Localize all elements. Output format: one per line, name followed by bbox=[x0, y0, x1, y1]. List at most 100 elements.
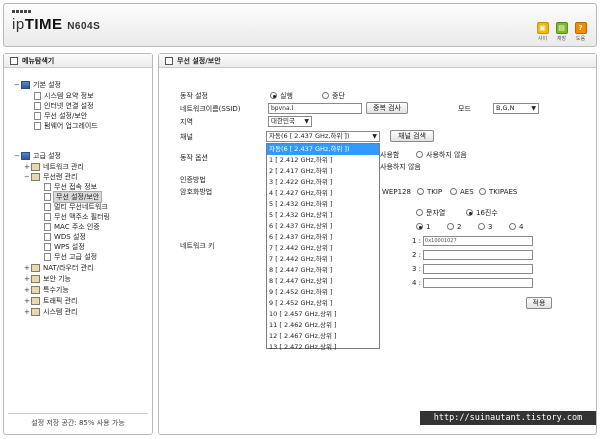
enc-tkip-radio[interactable]: TKIP bbox=[417, 186, 442, 197]
apply-button[interactable]: 적용 bbox=[526, 297, 552, 309]
tree-system[interactable]: + 시스템 관리 bbox=[24, 307, 77, 317]
enc-aes-radio[interactable]: AES bbox=[450, 186, 474, 197]
expand-icon: + bbox=[24, 163, 30, 171]
ssid-input[interactable]: bpvna.l bbox=[268, 103, 362, 114]
channel-option[interactable]: 7 [ 2.442 GHz,하위 ] bbox=[267, 254, 379, 265]
channel-option[interactable]: 자동(6 [ 2.437 GHz,하위 ]) bbox=[267, 144, 379, 155]
page-icon bbox=[44, 243, 51, 251]
page-icon bbox=[44, 233, 51, 241]
key4-input[interactable] bbox=[423, 278, 534, 288]
channel-option[interactable]: 7 [ 2.442 GHz,상위 ] bbox=[267, 243, 379, 254]
tree-security[interactable]: + 보안 기능 bbox=[24, 274, 71, 284]
page-icon bbox=[44, 183, 51, 191]
tree-item-wl-info[interactable]: 무선 접속 정보 bbox=[44, 182, 97, 192]
tree-wireless[interactable]: − 무선랜 관리 bbox=[24, 172, 77, 182]
channel-option[interactable]: 13 [ 2.472 GHz,상위 ] bbox=[267, 342, 379, 353]
tree-item-wl-advanced[interactable]: 무선 고급 설정 bbox=[44, 252, 97, 262]
op-stop-radio[interactable]: 중단 bbox=[322, 90, 345, 101]
tree-item-wl-security[interactable]: 무선 설정/보안 bbox=[44, 191, 103, 203]
folder-icon bbox=[31, 275, 40, 283]
enc-wep128-radio[interactable]: WEP128 bbox=[382, 186, 411, 197]
key1-row: 1 :0x10001027 bbox=[412, 236, 534, 246]
channel-option[interactable]: 9 [ 2.452 GHz,하위 ] bbox=[267, 287, 379, 298]
ssid-label: 네트워크이름(SSID) bbox=[180, 104, 241, 113]
tree-basic-settings[interactable]: − 기본 설정 bbox=[14, 80, 61, 90]
channel-option[interactable]: 8 [ 2.447 GHz,하위 ] bbox=[267, 265, 379, 276]
key-format-text-radio[interactable]: 문자열 bbox=[416, 207, 445, 218]
channel-option[interactable]: 6 [ 2.437 GHz,하위 ] bbox=[267, 232, 379, 243]
channel-option[interactable]: 5 [ 2.432 GHz,상위 ] bbox=[267, 210, 379, 221]
help-icon: ? bbox=[574, 22, 587, 34]
op-run-radio[interactable]: 실행 bbox=[270, 90, 293, 101]
tree-network[interactable]: + 네트워크 관리 bbox=[24, 162, 84, 172]
channel-option[interactable]: 8 [ 2.447 GHz,상위 ] bbox=[267, 276, 379, 287]
channel-label: 채널 bbox=[180, 132, 193, 141]
channel-search-button[interactable]: 채널 검색 bbox=[390, 130, 434, 142]
key3-row: 3 : bbox=[412, 264, 534, 274]
channel-option[interactable]: 2 [ 2.417 GHz,하위 ] bbox=[267, 166, 379, 177]
duplicate-check-button[interactable]: 중복 검사 bbox=[366, 102, 408, 114]
key-index-1-radio[interactable]: 1 bbox=[416, 221, 430, 232]
key-index-2-radio[interactable]: 2 bbox=[447, 221, 461, 232]
tree-item-wireless[interactable]: 무선 설정/보안 bbox=[34, 111, 87, 121]
mode-label: 모드 bbox=[458, 104, 471, 113]
tree-item-mac-auth[interactable]: MAC 주소 인증 bbox=[44, 222, 100, 232]
page-icon bbox=[44, 203, 51, 211]
tree-traffic[interactable]: + 트래픽 관리 bbox=[24, 296, 77, 306]
iptime-logo: ipTIME N604S bbox=[12, 10, 100, 33]
key-index-3-radio[interactable]: 3 bbox=[478, 221, 492, 232]
tree-item-mac-filter[interactable]: 무선 맥주소 필터링 bbox=[44, 212, 110, 222]
channel-option[interactable]: 4 [ 2.427 GHz,하위 ] bbox=[267, 188, 379, 199]
tree-item-internet[interactable]: 인터넷 연결 설정 bbox=[34, 101, 94, 111]
channel-dropdown-list[interactable]: 자동(6 [ 2.437 GHz,하위 ]) 1 [ 2.412 GHz,하위 ]… bbox=[266, 143, 380, 351]
channel-option[interactable]: 5 [ 2.432 GHz,하위 ] bbox=[267, 199, 379, 210]
channel-option[interactable]: 10 [ 2.457 GHz,상위 ] bbox=[267, 309, 379, 320]
tree-item-multi-ssid[interactable]: 멀티 무선네트워크 bbox=[44, 202, 108, 212]
tree-item-firmware[interactable]: 펌웨어 업그레이드 bbox=[34, 121, 98, 131]
opt-use-text: 사용함 bbox=[380, 150, 400, 159]
op-options-label: 동작 옵션 bbox=[180, 153, 208, 162]
channel-option[interactable]: 6 [ 2.437 GHz,상위 ] bbox=[267, 221, 379, 232]
mode-select[interactable]: B,G,N ▼ bbox=[493, 103, 539, 114]
chevron-down-icon: ▼ bbox=[531, 105, 536, 112]
key-format-hex-radio[interactable]: 16진수 bbox=[466, 207, 498, 218]
page-icon bbox=[34, 92, 41, 100]
page-title: 무선 설정/보안 bbox=[159, 54, 596, 68]
opt-nouse-radio[interactable]: 사용하지 않음 bbox=[416, 149, 467, 160]
tree-nat[interactable]: + NAT/라우터 관리 bbox=[24, 263, 94, 273]
tree-advanced-settings[interactable]: − 고급 설정 bbox=[14, 151, 61, 161]
folder-icon bbox=[31, 173, 40, 181]
save-button[interactable]: ▤ 재장 bbox=[554, 22, 569, 42]
key2-input[interactable] bbox=[423, 250, 534, 260]
tree-item-wds[interactable]: WDS 설정 bbox=[44, 232, 86, 242]
tree-special[interactable]: + 특수기능 bbox=[24, 285, 69, 295]
collapse-icon: − bbox=[14, 81, 20, 89]
tree-item-wps[interactable]: WPS 설정 bbox=[44, 242, 85, 252]
operation-label: 동작 설정 bbox=[180, 91, 208, 100]
channel-option[interactable]: 3 [ 2.422 GHz,하위 ] bbox=[267, 177, 379, 188]
channel-option[interactable]: 12 [ 2.467 GHz,상위 ] bbox=[267, 331, 379, 342]
page-icon bbox=[44, 213, 51, 221]
settings-folder-icon bbox=[21, 152, 30, 160]
key-index-4-radio[interactable]: 4 bbox=[509, 221, 523, 232]
channel-option[interactable]: 11 [ 2.462 GHz,상위 ] bbox=[267, 320, 379, 331]
search-icon bbox=[10, 56, 18, 65]
key3-input[interactable] bbox=[423, 264, 534, 274]
enc-tkipaes-radio[interactable]: TKIPAES bbox=[479, 186, 517, 197]
key1-input[interactable]: 0x10001027 bbox=[423, 236, 534, 246]
help-button[interactable]: ? 도움 bbox=[573, 22, 588, 42]
region-select[interactable]: 대한민국 ▼ bbox=[268, 116, 312, 127]
channel-option[interactable]: 1 [ 2.412 GHz,하위 ] bbox=[267, 155, 379, 166]
site-button[interactable]: ▣ 사이 bbox=[535, 22, 550, 42]
channel-select[interactable]: 자동(6 [ 2.437 GHz,하위 ]) ▼ bbox=[266, 131, 380, 142]
expand-icon: + bbox=[24, 286, 30, 294]
tree-item-summary[interactable]: 시스템 요약 정보 bbox=[34, 91, 94, 101]
expand-icon: + bbox=[24, 275, 30, 283]
page-icon bbox=[34, 112, 41, 120]
channel-option[interactable]: 9 [ 2.452 GHz,상위 ] bbox=[267, 298, 379, 309]
save-icon: ▤ bbox=[555, 22, 568, 34]
chevron-down-icon: ▼ bbox=[304, 118, 309, 125]
page-icon bbox=[44, 223, 51, 231]
page-icon bbox=[165, 56, 173, 65]
folder-icon bbox=[31, 308, 40, 316]
